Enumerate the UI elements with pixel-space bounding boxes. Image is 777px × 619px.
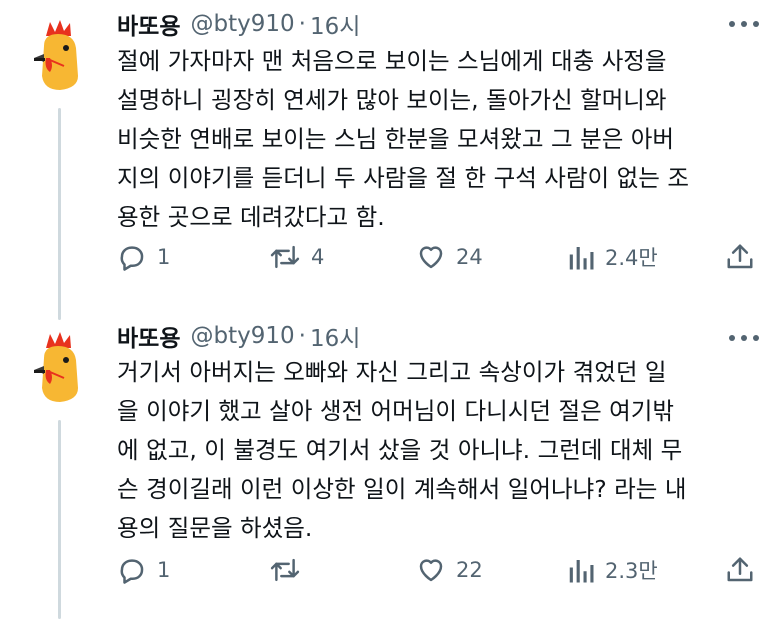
tweet-text-line: 비슷한 연배로 보이는 스님 한분을 모셔왔고 그 분은 아버 <box>117 125 675 153</box>
action-bar: 1 4 24 2.4만 <box>117 241 762 273</box>
tweet-text-line: 용의 질문을 하셨음. <box>117 514 313 542</box>
views-count: 2.4만 <box>605 246 658 270</box>
rooster-avatar-icon <box>20 326 98 404</box>
retweet-icon <box>270 558 300 582</box>
tweet-text: 절에 가자마자 맨 처음으로 보이는 스님에게 대충 사정을 설명하니 굉장히 … <box>117 42 757 237</box>
reply-count: 1 <box>157 558 171 582</box>
heart-icon <box>419 246 443 269</box>
tweet-header: 바또용 @bty910 · 16시 <box>117 8 360 40</box>
retweet-button[interactable] <box>269 554 311 586</box>
heart-icon <box>419 559 443 582</box>
share-icon <box>727 244 753 269</box>
more-button[interactable] <box>729 12 759 36</box>
rooster-avatar-icon <box>20 14 98 92</box>
share-button[interactable] <box>725 554 755 586</box>
more-button[interactable] <box>729 326 759 350</box>
views-icon <box>569 560 594 583</box>
avatar[interactable] <box>20 326 98 404</box>
action-bar: 1 22 2.3만 <box>117 554 762 586</box>
tweet-header: 바또용 @bty910 · 16시 <box>117 320 360 352</box>
reply-count: 1 <box>157 245 171 269</box>
separator-dot: · <box>298 11 306 37</box>
tweet-text: 거기서 아버지는 오빠와 자신 그리고 속상이가 겪었던 일 을 이야기 했고 … <box>117 353 757 548</box>
tweet[interactable]: 바또용 @bty910 · 16시 절에 가자마자 맨 처음으로 보이는 스님에… <box>0 0 777 300</box>
tweet-text-line: 슨 경이길래 이런 이상한 일이 계속해서 일어나냐? 라는 내 <box>117 475 687 503</box>
share-icon <box>727 557 753 582</box>
retweet-count: 4 <box>311 245 325 269</box>
views-button[interactable]: 2.4만 <box>567 241 658 273</box>
reply-icon <box>120 559 144 584</box>
tweet-text-line: 에 없고, 이 불경도 여기서 샀을 것 아니냐. 그런데 대체 무 <box>117 436 683 464</box>
reply-button[interactable]: 1 <box>117 554 170 586</box>
tweet-text-line: 용한 곳으로 데려갔다고 함. <box>117 203 385 231</box>
author-name[interactable]: 바또용 <box>117 7 180 41</box>
retweet-icon <box>270 245 300 269</box>
tweet[interactable]: 바또용 @bty910 · 16시 거기서 아버지는 오빠와 자신 그리고 속상… <box>0 318 777 619</box>
like-button[interactable]: 24 <box>416 241 483 273</box>
timestamp[interactable]: 16시 <box>310 319 360 353</box>
tweet-text-line: 지의 이야기를 듣더니 두 사람을 절 한 구석 사람이 없는 조 <box>117 164 689 192</box>
share-button[interactable] <box>725 241 755 273</box>
like-button[interactable]: 22 <box>416 554 483 586</box>
timestamp[interactable]: 16시 <box>310 7 360 41</box>
tweet-text-line: 거기서 아버지는 오빠와 자신 그리고 속상이가 겪었던 일 <box>117 358 667 386</box>
more-icon <box>729 335 735 341</box>
like-count: 22 <box>456 558 483 582</box>
tweet-text-line: 설명하니 굉장히 연세가 많아 보이는, 돌아가신 할머니와 <box>117 86 667 114</box>
reply-icon <box>120 246 144 271</box>
author-handle[interactable]: @bty910 <box>190 11 294 37</box>
views-icon <box>569 247 594 270</box>
reply-button[interactable]: 1 <box>117 241 170 273</box>
author-name[interactable]: 바또용 <box>117 319 180 353</box>
views-count: 2.3만 <box>605 559 658 583</box>
retweet-button[interactable]: 4 <box>269 241 324 273</box>
author-handle[interactable]: @bty910 <box>190 323 294 349</box>
views-button[interactable]: 2.3만 <box>567 554 658 586</box>
more-icon <box>729 21 735 27</box>
separator-dot: · <box>298 323 306 349</box>
tweet-text-line: 을 이야기 했고 살아 생전 어머님이 다니시던 절은 여기밖 <box>117 397 675 425</box>
like-count: 24 <box>456 245 483 269</box>
avatar[interactable] <box>20 14 98 92</box>
tweet-text-line: 절에 가자마자 맨 처음으로 보이는 스님에게 대충 사정을 <box>117 47 667 75</box>
